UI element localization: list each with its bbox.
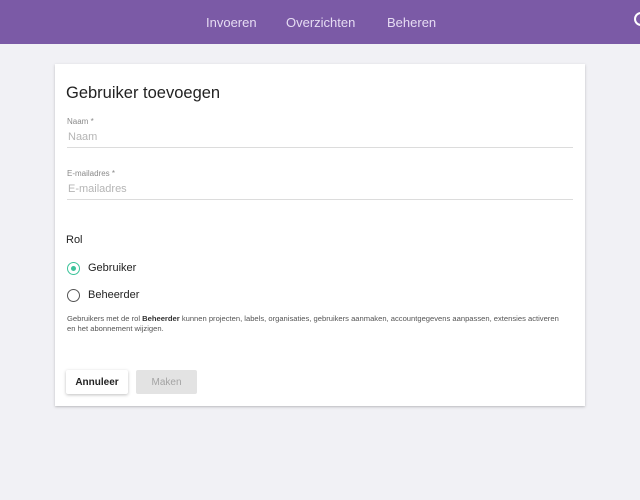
main-nav: Invoeren Overzichten Beheren [0,0,640,44]
radio-checked-icon[interactable] [67,262,80,275]
add-user-card: Gebruiker toevoegen Naam * E-mailadres *… [55,64,585,406]
page-title: Gebruiker toevoegen [66,84,221,102]
nav-item-beheren[interactable]: Beheren [387,15,436,30]
name-field-label: Naam * [67,117,94,126]
name-input[interactable] [67,128,573,148]
create-button[interactable]: Maken [136,370,197,394]
name-field-group: Naam * [67,117,573,148]
help-text-prefix: Gebruikers met de rol [67,314,143,323]
help-text-bold: Beheerder [142,314,180,323]
top-nav-bar: Invoeren Overzichten Beheren [0,0,640,44]
nav-item-overzichten[interactable]: Overzichten [286,15,355,30]
cancel-button[interactable]: Annuleer [66,370,128,394]
role-option-label: Gebruiker [88,262,137,274]
role-help-text: Gebruikers met de rol Beheerder kunnen p… [67,314,567,334]
role-option-label: Beheerder [88,289,140,301]
nav-item-invoeren[interactable]: Invoeren [206,15,257,30]
email-field-group: E-mailadres * [67,169,573,200]
radio-unchecked-icon[interactable] [67,289,80,302]
email-input[interactable] [67,180,573,200]
role-heading: Rol [66,234,83,246]
email-field-label: E-mailadres * [67,169,116,178]
